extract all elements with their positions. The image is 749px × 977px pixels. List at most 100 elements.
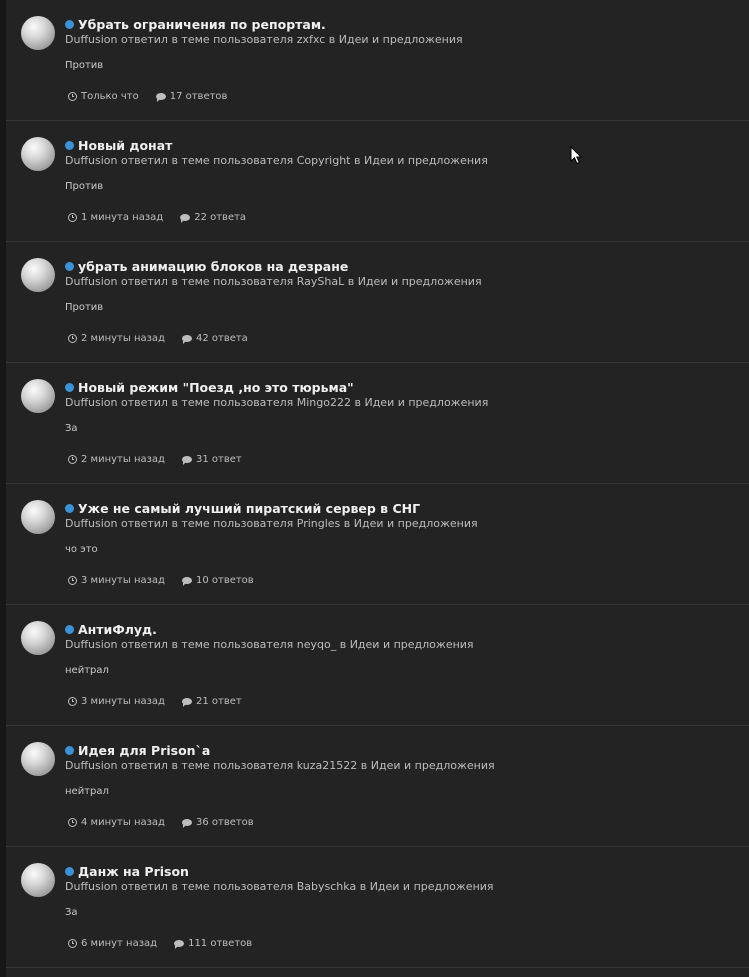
activity-meta: Duffusion ответил в теме пользователя Co… bbox=[65, 154, 739, 170]
post-snippet: нейтрал bbox=[65, 786, 109, 797]
topic-owner-link[interactable]: zxfxc bbox=[297, 33, 326, 46]
author-link[interactable]: Duffusion bbox=[65, 880, 117, 893]
forum-link[interactable]: Идеи и предложения bbox=[358, 275, 482, 288]
topic-title-link[interactable]: Убрать ограничения по репортам. bbox=[78, 17, 326, 32]
avatar[interactable] bbox=[21, 621, 55, 655]
avatar[interactable] bbox=[21, 379, 55, 413]
time-ago: 3 минуты назад bbox=[81, 695, 165, 707]
time-stat: Только что bbox=[68, 91, 139, 102]
clock-icon bbox=[68, 938, 77, 948]
title-row: убрать анимацию блоков на дезране bbox=[65, 258, 739, 274]
activity-meta: Duffusion ответил в теме пользователя Mi… bbox=[65, 396, 739, 412]
activity-meta: Duffusion ответил в теме пользователя Ra… bbox=[65, 275, 739, 291]
in-text: в bbox=[354, 154, 361, 167]
reply-count: 17 ответов bbox=[169, 90, 228, 102]
activity-stats: 1 минута назад 22 ответа bbox=[68, 210, 739, 224]
activity-stats: 3 минуты назад 10 ответов bbox=[68, 573, 739, 587]
activity-item: Новый донат Duffusion ответил в теме поль… bbox=[6, 121, 749, 242]
forum-link[interactable]: Идеи и предложения bbox=[370, 880, 494, 893]
clock-icon bbox=[68, 575, 77, 585]
topic-owner-link[interactable]: kuza21522 bbox=[297, 759, 358, 772]
action-text: ответил в теме пользователя bbox=[120, 396, 294, 409]
time-stat: 6 минут назад bbox=[68, 938, 157, 949]
topic-title-link[interactable]: АнтиФлуд. bbox=[78, 622, 157, 637]
topic-title-link[interactable]: Новый режим "Поезд ,но это тюрьма" bbox=[78, 380, 354, 395]
time-stat: 3 минуты назад bbox=[68, 696, 165, 707]
reply-count: 42 ответа bbox=[195, 332, 248, 344]
post-snippet: За bbox=[65, 423, 78, 434]
author-link[interactable]: Duffusion bbox=[65, 33, 117, 46]
replies-stat: 21 ответ bbox=[181, 696, 242, 707]
comment-icon bbox=[181, 455, 192, 465]
topic-title-link[interactable]: Новый донат bbox=[78, 138, 172, 153]
topic-title-link[interactable]: убрать анимацию блоков на дезране bbox=[78, 259, 348, 274]
activity-content: убрать анимацию блоков на дезране Duffusi… bbox=[65, 258, 739, 345]
reply-count: 10 ответов bbox=[195, 574, 254, 586]
comment-icon bbox=[181, 334, 192, 344]
activity-content: Данж на Prison Duffusion ответил в теме п… bbox=[65, 863, 739, 950]
action-text: ответил в теме пользователя bbox=[120, 880, 294, 893]
author-link[interactable]: Duffusion bbox=[65, 275, 117, 288]
author-link[interactable]: Duffusion bbox=[65, 517, 117, 530]
topic-owner-link[interactable]: Babyschka bbox=[297, 880, 356, 893]
avatar[interactable] bbox=[21, 137, 55, 171]
author-link[interactable]: Duffusion bbox=[65, 759, 117, 772]
in-text: в bbox=[360, 759, 368, 772]
avatar[interactable] bbox=[21, 863, 55, 897]
time-stat: 1 минута назад bbox=[68, 212, 163, 223]
replies-stat: 10 ответов bbox=[181, 574, 254, 586]
in-text: в bbox=[343, 517, 351, 530]
post-snippet: За bbox=[65, 907, 78, 918]
time-stat: 2 минуты назад bbox=[68, 333, 165, 344]
author-link[interactable]: Duffusion bbox=[65, 396, 117, 409]
forum-link[interactable]: Идеи и предложения bbox=[371, 759, 495, 772]
forum-link[interactable]: Идеи и предложения bbox=[364, 154, 488, 167]
activity-stats: 3 минуты назад 21 ответ bbox=[68, 694, 739, 708]
topic-owner-link[interactable]: Copyright bbox=[297, 154, 351, 167]
topic-owner-link[interactable]: Pringles bbox=[297, 517, 341, 530]
activity-stats: Только что 17 ответов bbox=[68, 89, 739, 103]
forum-link[interactable]: Идеи и предложения bbox=[339, 33, 463, 46]
author-link[interactable]: Duffusion bbox=[65, 638, 117, 651]
activity-item: Уже не самый лучший пиратский сервер в С… bbox=[6, 484, 749, 605]
time-ago: 4 минуты назад bbox=[81, 816, 165, 828]
comment-icon bbox=[181, 697, 192, 707]
time-ago: 1 минута назад bbox=[81, 211, 164, 223]
time-stat: 3 минуты назад bbox=[68, 575, 165, 586]
title-row: Новый режим "Поезд ,но это тюрьма" bbox=[65, 379, 739, 395]
avatar[interactable] bbox=[21, 742, 55, 776]
avatar[interactable] bbox=[21, 500, 55, 534]
avatar[interactable] bbox=[21, 16, 55, 50]
action-text: ответил в теме пользователя bbox=[120, 275, 294, 288]
unread-dot-icon bbox=[65, 624, 74, 634]
avatar[interactable] bbox=[21, 258, 55, 292]
action-text: ответил в теме пользователя bbox=[120, 638, 294, 651]
author-link[interactable]: Duffusion bbox=[65, 154, 117, 167]
topic-owner-link[interactable]: neyqo_ bbox=[297, 638, 336, 651]
unread-dot-icon bbox=[65, 745, 74, 755]
forum-link[interactable]: Идеи и предложения bbox=[354, 517, 478, 530]
post-snippet: чо это bbox=[65, 544, 98, 555]
in-text: в bbox=[354, 396, 361, 409]
reply-count: 111 ответов bbox=[188, 937, 253, 949]
topic-title-link[interactable]: Идея для Prison`a bbox=[78, 743, 210, 758]
time-stat: 4 минуты назад bbox=[68, 817, 165, 828]
topic-owner-link[interactable]: RayShaL bbox=[297, 275, 344, 288]
topic-owner-link[interactable]: Mingo222 bbox=[297, 396, 351, 409]
title-row: Данж на Prison bbox=[65, 863, 739, 879]
post-snippet: нейтрал bbox=[65, 665, 109, 676]
title-row: Новый донат bbox=[65, 137, 739, 153]
title-row: Убрать ограничения по репортам. bbox=[65, 16, 739, 32]
activity-content: Новый режим "Поезд ,но это тюрьма" Duffus… bbox=[65, 379, 739, 466]
activity-item: Данж на Prison Duffusion ответил в теме п… bbox=[6, 847, 749, 968]
activity-content: Уже не самый лучший пиратский сервер в С… bbox=[65, 500, 739, 587]
activity-meta: Duffusion ответил в теме пользователя Ba… bbox=[65, 880, 739, 896]
forum-link[interactable]: Идеи и предложения bbox=[350, 638, 474, 651]
comment-icon bbox=[155, 92, 166, 102]
forum-link[interactable]: Идеи и предложения bbox=[364, 396, 488, 409]
post-snippet: Против bbox=[65, 181, 104, 192]
topic-title-link[interactable]: Уже не самый лучший пиратский сервер в С… bbox=[78, 501, 420, 516]
reply-count: 31 ответ bbox=[195, 453, 242, 465]
topic-title-link[interactable]: Данж на Prison bbox=[78, 864, 189, 879]
unread-dot-icon bbox=[65, 866, 74, 876]
